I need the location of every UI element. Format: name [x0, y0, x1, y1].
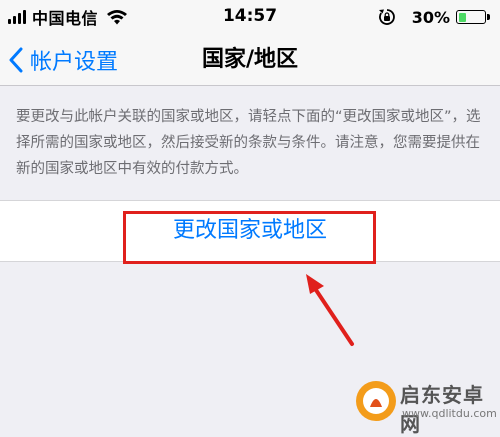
watermark-url: www.qdlitdu.com — [402, 407, 497, 420]
annotation-arrow-icon — [306, 274, 354, 346]
battery-percent: 30% — [411, 7, 450, 27]
chevron-left-icon — [9, 47, 23, 73]
watermark: 启东安卓网 www.qdlitdu.com — [354, 375, 497, 436]
status-right: 30% — [378, 6, 490, 28]
battery-tip — [487, 14, 490, 20]
navigation-bar: 帐户设置 国家/地区 — [0, 34, 500, 86]
watermark-logo — [356, 381, 396, 421]
back-button-label: 帐户设置 — [30, 50, 119, 75]
battery-icon — [456, 10, 486, 24]
back-button[interactable]: 帐户设置 — [8, 34, 118, 86]
rotation-lock-icon — [378, 9, 395, 25]
battery-fill — [458, 12, 466, 22]
status-bar: 中国电信 14:57 30% — [0, 0, 500, 34]
annotation-highlight-box — [123, 211, 376, 264]
info-text: 要更改与此帐户关联的国家或地区，请轻点下面的“更改国家或地区”，选择所需的国家或… — [16, 109, 481, 177]
